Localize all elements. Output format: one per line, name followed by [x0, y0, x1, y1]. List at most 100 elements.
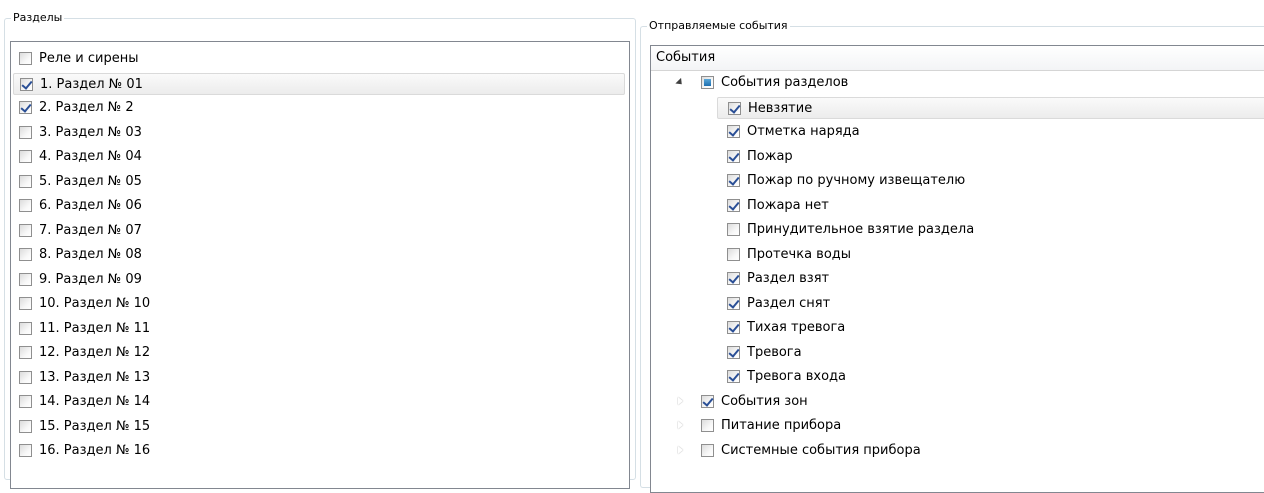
section-checkbox[interactable] [19, 52, 32, 65]
event-label: Тревога входа [747, 369, 846, 384]
event-item[interactable]: Тревога входа [717, 366, 1264, 388]
event-label: События разделов [721, 75, 849, 90]
section-label: 16. Раздел № 16 [39, 443, 151, 458]
section-checkbox[interactable] [19, 346, 32, 359]
section-checkbox[interactable] [19, 248, 32, 261]
section-checkbox[interactable] [19, 297, 32, 310]
section-checkbox[interactable] [19, 174, 32, 188]
event-group[interactable]: События разделов [671, 72, 1264, 94]
section-checkbox[interactable] [19, 272, 32, 286]
section-item[interactable]: 12. Раздел № 12 [13, 342, 625, 364]
section-checkbox[interactable] [19, 223, 32, 237]
event-label: Тихая тревога [747, 320, 846, 335]
section-label: 12. Раздел № 12 [39, 345, 151, 360]
event-label: Раздел взят [747, 271, 830, 286]
event-checkbox[interactable] [701, 419, 714, 432]
event-group[interactable]: События зон [671, 391, 1264, 413]
collapse-arrow-icon[interactable] [675, 77, 685, 88]
section-item[interactable]: 2. Раздел № 2 [13, 97, 625, 119]
section-label: 6. Раздел № 06 [39, 198, 142, 213]
section-label: 7. Раздел № 07 [39, 222, 142, 238]
event-group[interactable]: Системные события прибора [671, 440, 1264, 462]
event-item[interactable]: Тревога [717, 342, 1264, 364]
event-item[interactable]: Тихая тревога [717, 317, 1264, 339]
event-checkbox[interactable] [727, 272, 740, 285]
event-checkbox[interactable] [727, 198, 740, 212]
event-item[interactable]: Протечка воды [717, 244, 1264, 266]
event-checkbox[interactable] [727, 223, 740, 236]
section-checkbox[interactable] [19, 125, 32, 139]
section-checkbox[interactable] [20, 77, 33, 91]
sections-list[interactable]: Реле и сирены 1. Раздел № 01 2. Раздел № 2… [10, 41, 630, 489]
event-checkbox[interactable] [728, 101, 741, 115]
section-item[interactable]: 5. Раздел № 05 [13, 171, 625, 193]
event-label: Отметка наряда [747, 124, 860, 139]
event-checkbox[interactable] [727, 296, 740, 310]
expand-arrow-icon[interactable] [675, 396, 685, 406]
section-item[interactable]: 8. Раздел № 08 [13, 244, 625, 266]
event-item[interactable]: Пожар [717, 146, 1264, 168]
event-checkbox[interactable] [701, 394, 714, 408]
event-item[interactable]: Принудительное взятие раздела [717, 219, 1264, 241]
event-item[interactable]: Раздел взят [717, 268, 1264, 290]
event-item[interactable]: Невзятие [717, 96, 1264, 119]
section-checkbox[interactable] [19, 370, 32, 384]
event-checkbox[interactable] [727, 247, 740, 261]
event-checkbox[interactable] [727, 345, 740, 359]
section-item[interactable]: 15. Раздел № 15 [13, 416, 625, 438]
section-item[interactable]: 7. Раздел № 07 [13, 220, 625, 242]
event-group[interactable]: Питание прибора [671, 415, 1264, 437]
event-label: События зон [721, 393, 808, 409]
section-label: 2. Раздел № 2 [39, 100, 134, 115]
event-checkbox[interactable] [727, 149, 740, 163]
section-checkbox[interactable] [19, 150, 32, 163]
section-item[interactable]: 11. Раздел № 11 [13, 318, 625, 340]
section-label: 15. Раздел № 15 [39, 418, 151, 434]
section-item[interactable]: 13. Раздел № 13 [13, 367, 625, 389]
event-checkbox[interactable] [701, 76, 714, 89]
event-label: Системные события прибора [721, 442, 921, 458]
section-checkbox[interactable] [19, 395, 32, 408]
event-item[interactable]: Пожара нет [717, 195, 1264, 217]
event-checkbox[interactable] [727, 125, 740, 138]
event-label: Невзятие [748, 100, 813, 116]
section-label: 8. Раздел № 08 [39, 247, 142, 262]
section-item[interactable]: 10. Раздел № 10 [13, 293, 625, 315]
event-item[interactable]: Пожар по ручному извещателю [717, 170, 1264, 192]
expand-arrow-icon[interactable] [675, 445, 685, 455]
expand-arrow-icon[interactable] [675, 420, 685, 430]
section-item[interactable]: 16. Раздел № 16 [13, 440, 625, 462]
event-item[interactable]: Отметка наряда [717, 121, 1264, 143]
section-item[interactable]: 1. Раздел № 01 [13, 72, 625, 95]
section-label: 14. Раздел № 14 [39, 394, 151, 409]
section-checkbox[interactable] [19, 199, 32, 212]
sent-events-group-title: Отправляемые события [647, 18, 790, 34]
events-tree[interactable]: События События разделов Невзятие Отметка … [650, 45, 1264, 493]
section-label: 1. Раздел № 01 [40, 76, 143, 92]
event-checkbox[interactable] [727, 174, 740, 187]
event-checkbox[interactable] [727, 370, 740, 383]
sections-group-title: Разделы [11, 10, 65, 26]
section-item[interactable]: 4. Раздел № 04 [13, 146, 625, 168]
section-label: 13. Раздел № 13 [39, 369, 151, 385]
section-item[interactable]: 3. Раздел № 03 [13, 122, 625, 144]
event-checkbox[interactable] [701, 443, 714, 457]
section-item[interactable]: 6. Раздел № 06 [13, 195, 625, 217]
events-column-header[interactable]: События [651, 46, 1264, 71]
event-label: Питание прибора [721, 418, 842, 433]
event-checkbox[interactable] [727, 321, 740, 334]
section-item[interactable]: 9. Раздел № 09 [13, 269, 625, 291]
section-checkbox[interactable] [19, 321, 32, 335]
section-checkbox[interactable] [19, 419, 32, 433]
event-label: Пожара нет [747, 197, 829, 213]
section-item[interactable]: Реле и сирены [13, 48, 625, 70]
section-item[interactable]: 14. Раздел № 14 [13, 391, 625, 413]
section-checkbox[interactable] [19, 101, 32, 114]
event-item[interactable]: Раздел снят [717, 293, 1264, 315]
event-label: Пожар по ручному извещателю [747, 173, 966, 188]
section-checkbox[interactable] [19, 444, 32, 457]
section-label: 11. Раздел № 11 [39, 320, 151, 336]
event-label: Принудительное взятие раздела [747, 222, 975, 237]
section-label: 9. Раздел № 09 [39, 271, 142, 287]
section-label: Реле и сирены [39, 51, 139, 66]
